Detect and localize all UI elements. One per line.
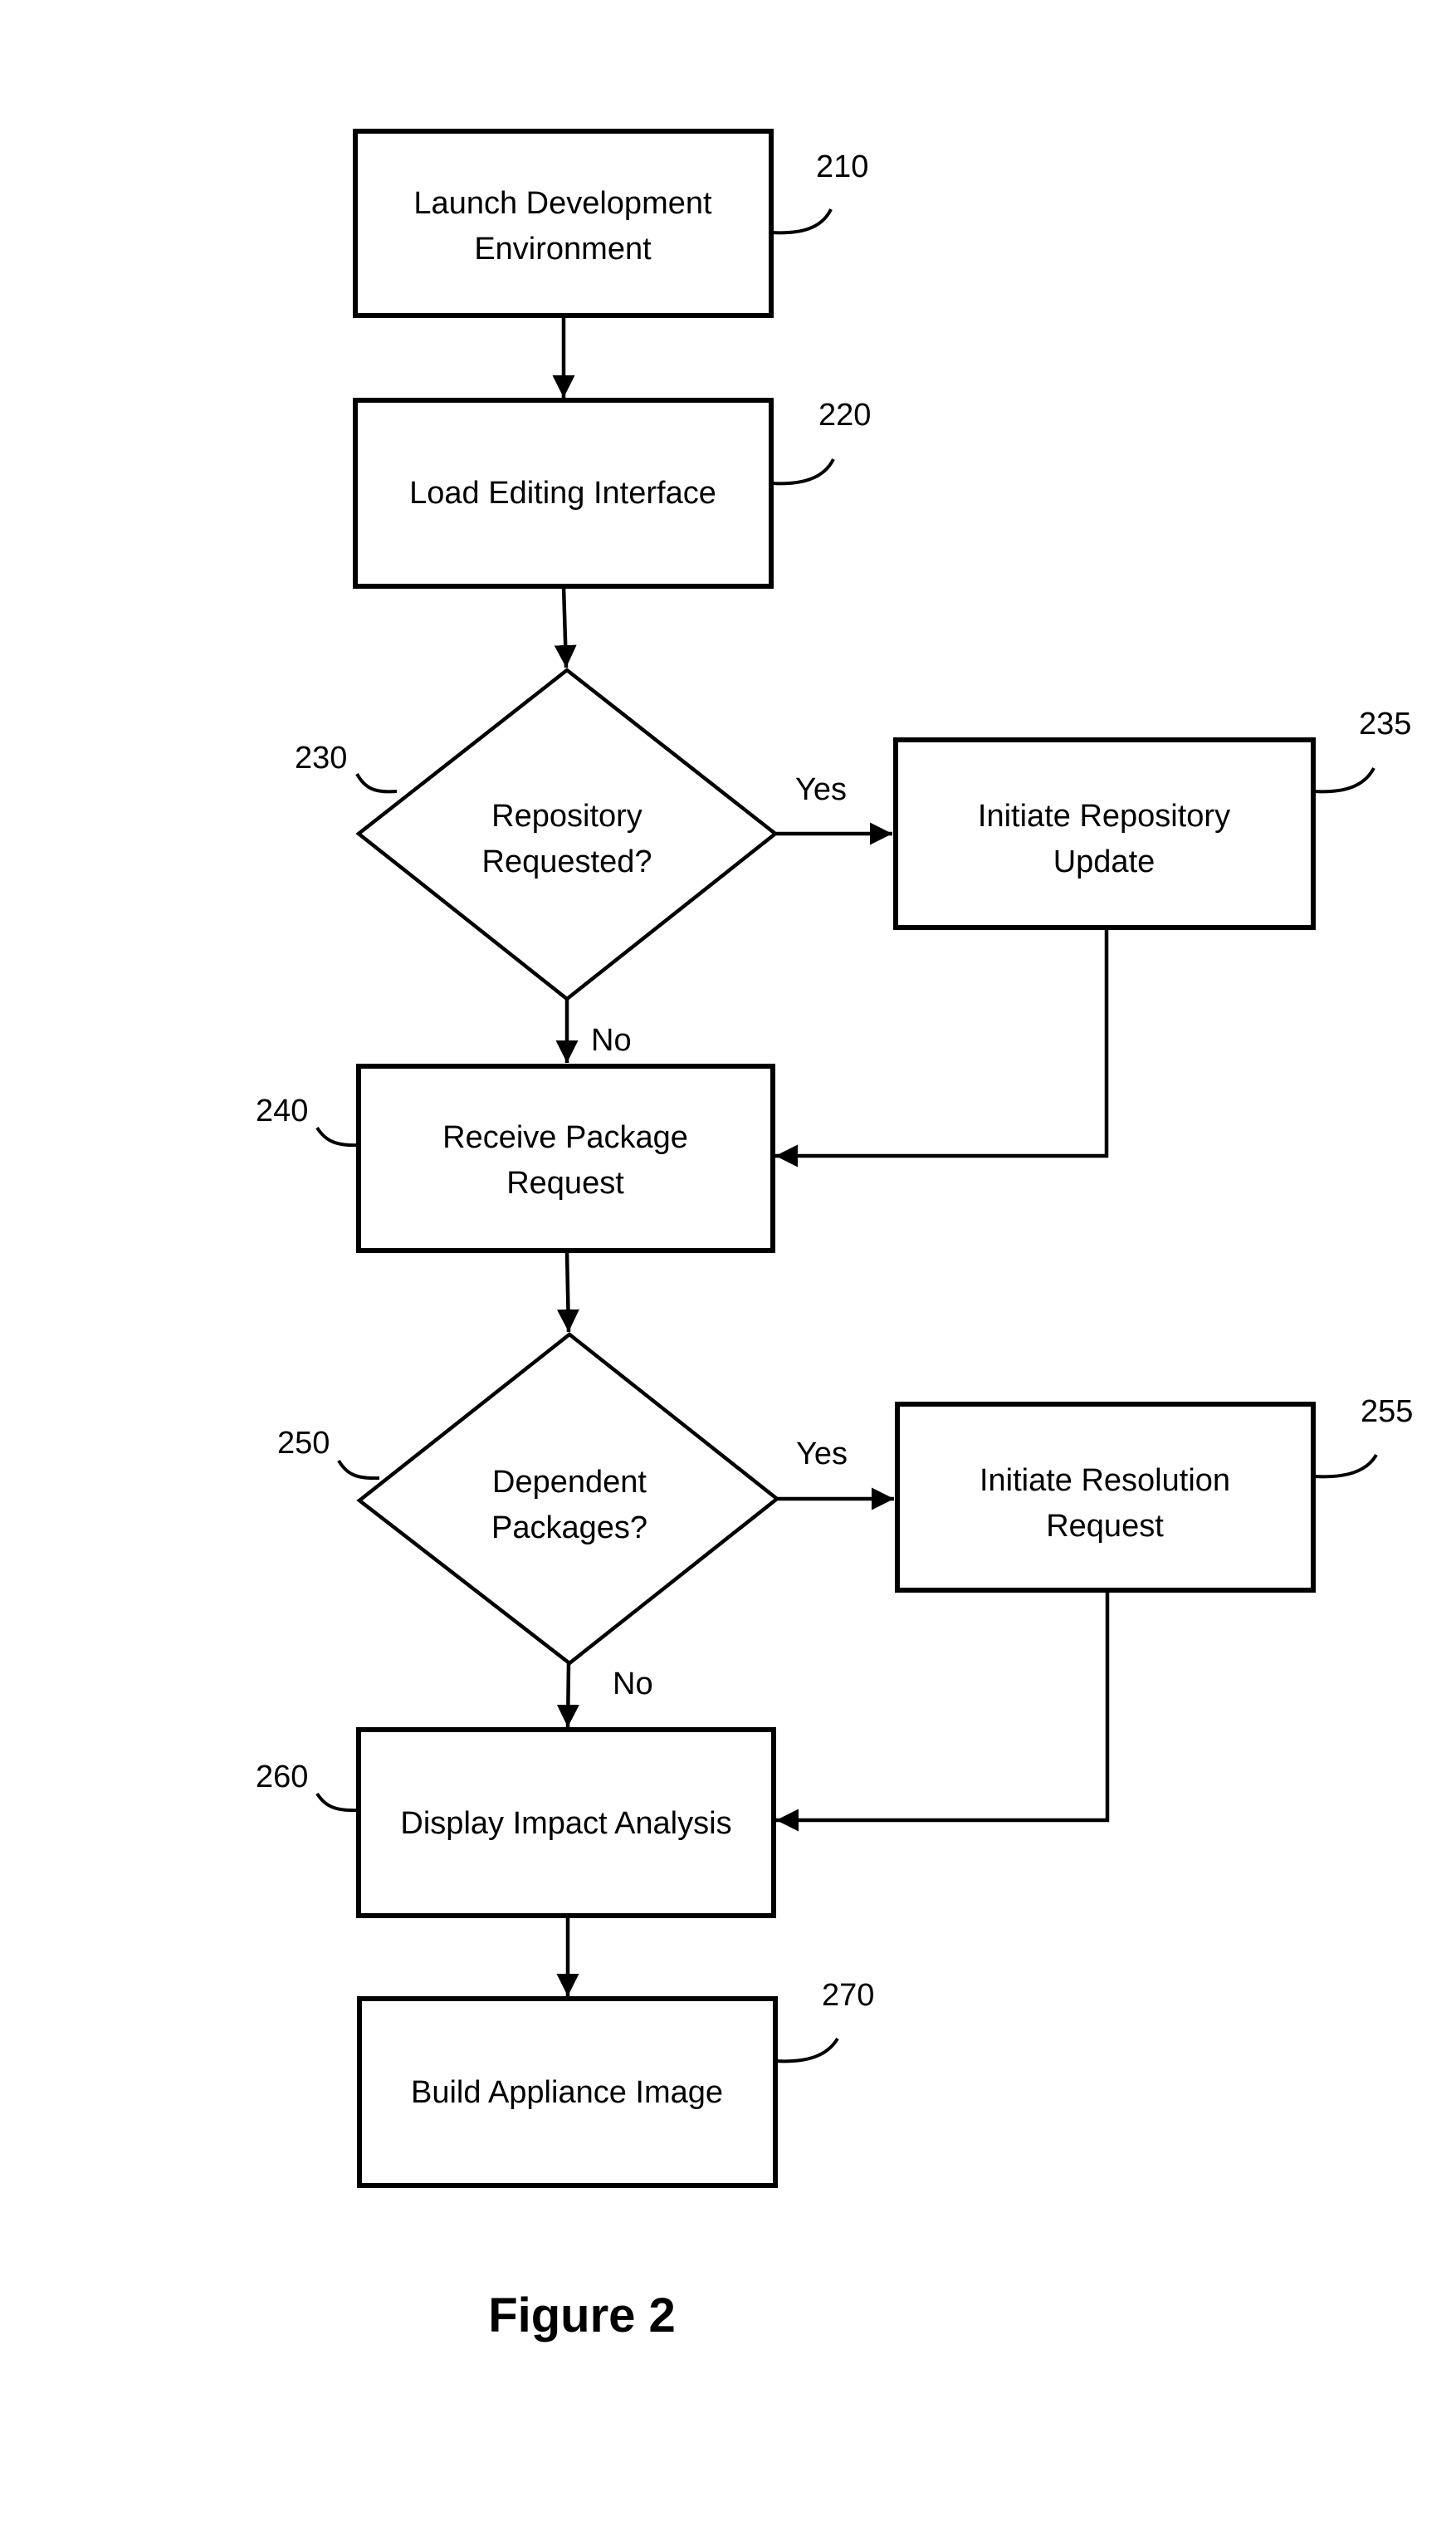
leader-line-240 bbox=[315, 1126, 359, 1148]
node-text-250-line1: Dependent bbox=[492, 1465, 647, 1500]
flowchart: Launch Development Environment 210 Load … bbox=[256, 129, 1413, 2342]
node-text-240-line2: Request bbox=[506, 1166, 624, 1201]
edge-235-240 bbox=[775, 928, 1109, 1167]
node-text-270: Build Appliance Image bbox=[411, 2075, 723, 2110]
node-box-210 bbox=[353, 129, 774, 318]
node-text-230-line1: Repository bbox=[491, 799, 642, 834]
node-text-260: Display Impact Analysis bbox=[400, 1806, 731, 1841]
node-box-235 bbox=[893, 737, 1316, 930]
node-text-235-line2: Update bbox=[1053, 844, 1156, 879]
process-node-235: Initiate Repository Update 235 bbox=[893, 707, 1411, 930]
branch-label-yes-250: Yes bbox=[796, 1437, 848, 1471]
edge-240-250 bbox=[556, 1251, 579, 1333]
node-diamond-230 bbox=[355, 668, 779, 1001]
ref-label-240: 240 bbox=[256, 1094, 308, 1128]
edge-250-260-no bbox=[556, 1662, 579, 1728]
node-text-230-line2: Requested? bbox=[482, 844, 652, 879]
decision-node-230: Repository Requested? 230 Yes No bbox=[295, 668, 847, 1058]
leader-line-220 bbox=[770, 458, 835, 486]
node-text-255-line2: Request bbox=[1046, 1509, 1164, 1544]
leader-line-210 bbox=[770, 208, 833, 235]
process-node-220: Load Editing Interface 220 bbox=[353, 398, 871, 589]
ref-label-250: 250 bbox=[277, 1426, 330, 1461]
figure-caption: Figure 2 bbox=[488, 2288, 676, 2342]
node-text-235-line1: Initiate Repository bbox=[978, 799, 1230, 834]
edge-255-260 bbox=[776, 1590, 1110, 1832]
branch-label-yes-230: Yes bbox=[795, 772, 847, 807]
leader-line-255 bbox=[1313, 1453, 1378, 1479]
ref-label-235: 235 bbox=[1359, 707, 1411, 742]
ref-label-270: 270 bbox=[822, 1978, 874, 2013]
process-node-240: Receive Package Request 240 bbox=[256, 1064, 775, 1253]
branch-label-no-250: No bbox=[613, 1667, 653, 1701]
process-node-210: Launch Development Environment 210 bbox=[353, 129, 868, 318]
node-text-220: Load Editing Interface bbox=[409, 476, 716, 511]
node-box-240 bbox=[356, 1064, 775, 1253]
leader-line-270 bbox=[774, 2037, 839, 2063]
ref-label-210: 210 bbox=[816, 149, 868, 184]
node-text-250-line2: Packages? bbox=[491, 1510, 647, 1545]
branch-label-no-230: No bbox=[591, 1023, 632, 1058]
process-node-270: Build Appliance Image 270 bbox=[357, 1978, 874, 2188]
leader-line-235 bbox=[1312, 767, 1375, 794]
node-text-210-line2: Environment bbox=[474, 232, 652, 267]
ref-label-260: 260 bbox=[256, 1760, 308, 1794]
node-text-210-line1: Launch Development bbox=[413, 186, 712, 221]
edge-220-230 bbox=[554, 585, 577, 668]
process-node-260: Display Impact Analysis 260 bbox=[256, 1727, 776, 1918]
node-text-240-line1: Receive Package bbox=[442, 1120, 688, 1155]
leader-line-230 bbox=[355, 772, 398, 794]
leader-line-250 bbox=[337, 1459, 380, 1481]
ref-label-220: 220 bbox=[818, 398, 871, 433]
leader-line-260 bbox=[315, 1792, 359, 1813]
ref-label-255: 255 bbox=[1361, 1394, 1413, 1429]
ref-label-230: 230 bbox=[295, 741, 347, 776]
node-text-255-line1: Initiate Resolution bbox=[980, 1463, 1230, 1498]
process-node-255: Initiate Resolution Request 255 bbox=[895, 1394, 1413, 1593]
decision-node-250: Dependent Packages? 250 Yes No bbox=[277, 1332, 848, 1701]
